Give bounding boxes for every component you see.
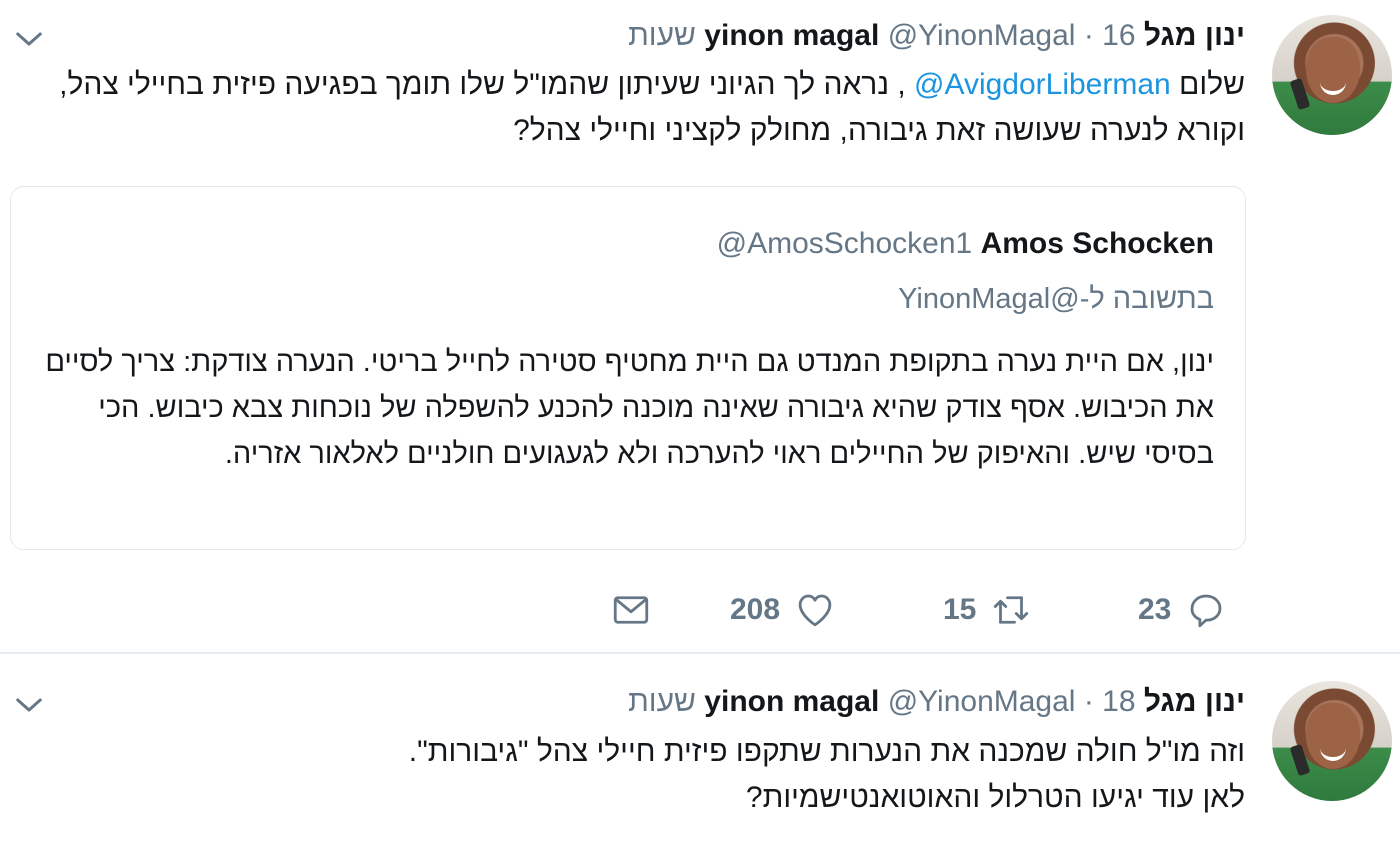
tweet-2[interactable]: ינון מגל yinon magal ⁦@YinonMagal⁩ · 18 … bbox=[0, 654, 1400, 844]
chevron-down-icon[interactable] bbox=[14, 690, 44, 720]
tweet-text: וזה מו"ל חולה שמכנה את הנערות שתקפו פיזי… bbox=[25, 729, 1245, 821]
heart-icon bbox=[798, 594, 832, 627]
tweet-text: שלום ⁦@AvigdorLiberman⁩ , נראה לך הגיוני… bbox=[25, 62, 1245, 154]
tweet-text-line: לאן עוד יגיעו הטרלול והאוטואנטישמיות? bbox=[745, 781, 1245, 814]
tweet-actions: 23 15 208 bbox=[0, 585, 1400, 635]
reply-to-label: בתשובה ל-@YinonMagal bbox=[898, 283, 1214, 315]
reply-count: 23 bbox=[1138, 593, 1172, 626]
quoted-text: ינון, אם היית נערה בתקופת המנדט גם היית … bbox=[45, 346, 1214, 470]
author-handle[interactable]: ⁦@YinonMagal⁩ bbox=[888, 685, 1076, 718]
quoted-tweet[interactable]: @AmosSchocken1 Amos Schocken בתשובה ל-@Y… bbox=[10, 186, 1246, 550]
tweet-text-part: שלום bbox=[1170, 68, 1245, 101]
tweet-text-line: וזה מו"ל חולה שמכנה את הנערות שתקפו פיזי… bbox=[408, 735, 1245, 768]
like-count: 208 bbox=[730, 593, 781, 626]
chevron-down-icon[interactable] bbox=[14, 24, 44, 54]
separator: · bbox=[1083, 685, 1094, 718]
envelope-icon bbox=[613, 596, 649, 624]
separator: · bbox=[1083, 19, 1094, 52]
quoted-handle: @AmosSchocken1 bbox=[716, 227, 973, 260]
author-avatar[interactable] bbox=[1272, 681, 1392, 801]
reply-button[interactable]: 23 bbox=[1138, 585, 1227, 635]
author-handle[interactable]: ⁦@YinonMagal⁩ bbox=[888, 19, 1076, 52]
like-button[interactable]: 208 bbox=[730, 585, 836, 635]
retweet-icon bbox=[994, 596, 1029, 624]
quoted-author[interactable]: @AmosSchocken1 Amos Schocken bbox=[717, 227, 1214, 261]
retweet-count: 15 bbox=[943, 593, 977, 626]
retweet-button[interactable]: 15 bbox=[943, 585, 1032, 635]
tweet-header: ינון מגל yinon magal ⁦@YinonMagal⁩ · 16 … bbox=[628, 19, 1245, 53]
mention-link[interactable]: ⁦@AvigdorLiberman⁩ bbox=[914, 68, 1171, 101]
reply-icon bbox=[1190, 594, 1222, 628]
message-button[interactable] bbox=[610, 585, 652, 635]
quoted-name: Amos Schocken bbox=[980, 227, 1214, 260]
tweet-header: ינון מגל yinon magal ⁦@YinonMagal⁩ · 18 … bbox=[628, 685, 1245, 719]
tweet-1[interactable]: ינון מגל yinon magal ⁦@YinonMagal⁩ · 16 … bbox=[0, 0, 1400, 652]
author-avatar[interactable] bbox=[1272, 15, 1392, 135]
